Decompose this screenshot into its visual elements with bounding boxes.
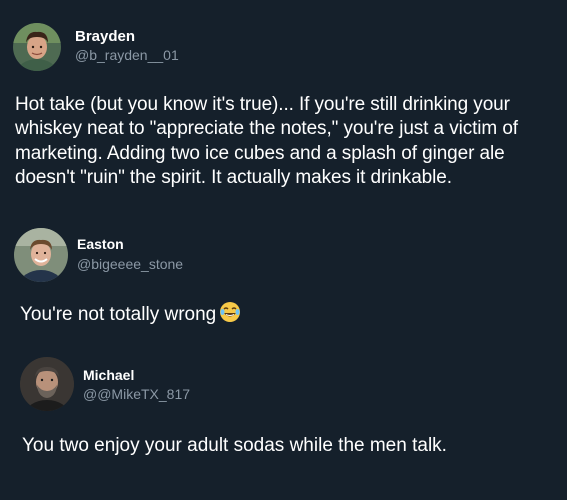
avatar-photo-icon bbox=[13, 23, 61, 71]
user-handle[interactable]: @bigeeee_stone bbox=[77, 256, 183, 272]
avatar-easton[interactable] bbox=[14, 228, 68, 282]
avatar-photo-icon bbox=[20, 357, 74, 411]
post-text-content: You're not totally wrong bbox=[20, 304, 217, 325]
post-brayden: Brayden @b_rayden__01 Hot take (but you … bbox=[0, 0, 567, 210]
avatar-photo-icon bbox=[14, 228, 68, 282]
post-text: Hot take (but you know it's true)... If … bbox=[15, 94, 518, 188]
display-name[interactable]: Easton bbox=[77, 236, 124, 252]
user-handle[interactable]: @b_rayden__01 bbox=[75, 47, 179, 63]
avatar-brayden[interactable] bbox=[13, 23, 61, 71]
post-text: You're not totally wrong bbox=[20, 301, 241, 330]
post-michael: Michael @@MikeTX_817 You two enjoy your … bbox=[0, 340, 567, 500]
avatar-michael[interactable] bbox=[20, 357, 74, 411]
post-text: You two enjoy your adult sodas while the… bbox=[22, 435, 447, 456]
display-name[interactable]: Michael bbox=[83, 367, 134, 383]
post-easton: Easton @bigeeee_stone You're not totally… bbox=[0, 215, 567, 335]
display-name[interactable]: Brayden bbox=[75, 28, 135, 45]
face-with-tears-of-joy-icon bbox=[219, 301, 241, 330]
user-handle[interactable]: @@MikeTX_817 bbox=[83, 386, 190, 402]
